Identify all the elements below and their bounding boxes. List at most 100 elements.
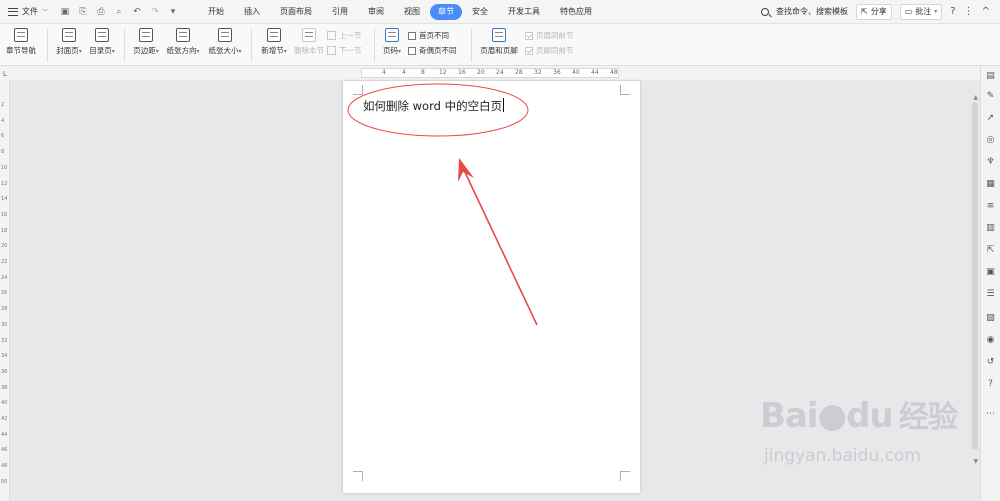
ruler-tick: 4: [402, 69, 406, 76]
next-section-button[interactable]: 下一节: [327, 45, 369, 56]
watermark-brand-cn: 经验: [898, 400, 958, 435]
settings-sliders-icon[interactable]: ≡: [985, 200, 996, 211]
sections-icon[interactable]: ☰: [985, 288, 996, 299]
share-label: 分享: [870, 7, 887, 16]
chapter-nav-button[interactable]: 章节导航: [0, 24, 42, 66]
ruler-tick: 42: [1, 416, 8, 422]
tab-references[interactable]: 引用: [322, 4, 358, 20]
image-icon[interactable]: ▨: [985, 312, 996, 323]
tab-page-layout[interactable]: 页面布局: [270, 4, 322, 20]
toc-page-button[interactable]: 目录页▾: [85, 24, 119, 66]
paper-size-button[interactable]: 纸张大小▾: [204, 24, 246, 66]
print-icon[interactable]: ⎙: [96, 7, 106, 17]
ruler-tick: 18: [1, 227, 8, 234]
ruler-tick: 28: [515, 69, 523, 76]
chevron-down-icon: ▾: [238, 48, 242, 55]
ruler-tick: 32: [1, 337, 8, 344]
right-sidebar: ▤ ✎ ➚ ◎ ♆ ▦ ≡ ▥ ⇱ ▣ ☰ ▨ ◉ ↺ ? ⋯: [980, 66, 1000, 501]
share-icon: ⇱: [861, 7, 868, 16]
shapes-icon[interactable]: ◎: [985, 134, 996, 145]
orientation-button[interactable]: 纸张方向▾: [162, 24, 204, 66]
ruler-tick: 36: [1, 368, 8, 375]
comment-button[interactable]: ▭ 批注 ▾: [899, 3, 943, 20]
save-icon[interactable]: ▣: [60, 7, 70, 17]
help-icon[interactable]: ?: [950, 6, 955, 17]
collapse-ribbon-icon[interactable]: ^: [982, 6, 990, 17]
ruler-tick: 16: [1, 211, 8, 218]
ruler-tick: 44: [1, 431, 8, 438]
tab-security[interactable]: 安全: [462, 4, 498, 20]
panel-toggle-icon[interactable]: ▤: [985, 70, 996, 81]
document-text[interactable]: 如何删除 word 中的空白页: [363, 98, 505, 114]
next-section-label: 下一节: [339, 46, 362, 55]
footer-same-prev-checkbox[interactable]: 页脚同前节: [525, 45, 577, 56]
command-search[interactable]: 查找命令、搜索模板: [761, 6, 848, 17]
more-icon[interactable]: ⋯: [985, 408, 996, 419]
watermark-brand: Bai●du 经验: [760, 392, 958, 436]
tab-review[interactable]: 审阅: [358, 4, 394, 20]
redo-icon[interactable]: ↷: [150, 7, 160, 17]
tab-home[interactable]: 开始: [198, 4, 234, 20]
help-circle-icon[interactable]: ?: [985, 378, 996, 389]
menu-bar: 文件 ﹀ ▣ ⎘ ⎙ ⌕ ↶ ↷ ▾ 开始 插入 页面布局 引用 审阅 视图 章…: [0, 0, 1000, 24]
customize-icon[interactable]: ▾: [168, 7, 178, 17]
delete-section-button[interactable]: 删除本节: [291, 24, 327, 66]
quick-access-toolbar: ▣ ⎘ ⎙ ⌕ ↶ ↷ ▾: [54, 7, 184, 17]
odd-even-diff-checkbox[interactable]: 奇偶页不同: [408, 45, 466, 56]
margins-button[interactable]: 页边距▾: [130, 24, 162, 66]
cursor-icon[interactable]: ➚: [985, 112, 996, 123]
ruler-tick: 48: [1, 463, 8, 470]
prev-section-icon: [327, 31, 336, 40]
toc-page-label: 目录页: [89, 46, 112, 55]
first-page-diff-label: 首页不同: [419, 31, 449, 40]
share-out-icon[interactable]: ⇱: [985, 244, 996, 255]
crop-mark: [620, 85, 630, 95]
print-preview-icon[interactable]: ⌕: [114, 7, 124, 17]
chapter-nav-label: 章节导航: [6, 46, 36, 55]
scroll-up-icon[interactable]: ▲: [973, 94, 978, 101]
ruler-tick: 34: [1, 353, 8, 360]
layers-icon[interactable]: ▣: [985, 266, 996, 277]
header-same-prev-checkbox[interactable]: 页眉同前节: [525, 30, 577, 41]
ruler-tick: 24: [1, 274, 8, 281]
more-icon[interactable]: ⋮: [964, 6, 974, 17]
document-icon[interactable]: ▥: [985, 222, 996, 233]
new-section-label: 新增节: [261, 46, 284, 55]
table-icon[interactable]: ▦: [985, 178, 996, 189]
next-section-icon: [327, 46, 336, 55]
new-section-button[interactable]: 新增节▾: [257, 24, 291, 66]
ruler-tick: 2: [1, 102, 5, 108]
file-menu[interactable]: 文件 ﹀: [0, 0, 54, 24]
header-same-prev-label: 页眉同前节: [536, 31, 574, 40]
tab-chapter[interactable]: 章节: [430, 3, 463, 20]
export-icon[interactable]: ⎘: [78, 7, 88, 17]
share-button[interactable]: ⇱ 分享: [856, 3, 892, 20]
first-page-diff-checkbox[interactable]: 首页不同: [408, 30, 466, 41]
style-icon[interactable]: ♆: [985, 156, 996, 167]
page-number-button[interactable]: 页码▾: [380, 24, 404, 66]
cover-page-label: 封面页: [56, 46, 79, 55]
ruler-tick: 12: [439, 69, 447, 76]
tab-special-apps[interactable]: 特色应用: [550, 4, 602, 20]
pen-icon[interactable]: ✎: [985, 90, 996, 101]
tab-insert[interactable]: 插入: [234, 4, 270, 20]
orientation-icon: [176, 28, 190, 42]
horizontal-ruler[interactable]: 4 4 8 12 16 20 24 28 32 36 40 44 48: [361, 68, 619, 78]
tab-developer[interactable]: 开发工具: [498, 4, 550, 20]
margins-icon: [139, 28, 153, 42]
document-line: 如何删除 word 中的空白页: [363, 99, 503, 113]
prev-section-button[interactable]: 上一节: [327, 30, 369, 41]
document-page[interactable]: 如何删除 word 中的空白页: [343, 81, 640, 493]
undo-icon[interactable]: ↶: [132, 7, 142, 17]
header-footer-button[interactable]: 页眉和页脚: [477, 24, 521, 66]
tab-view[interactable]: 视图: [394, 4, 430, 20]
tab-stop-selector[interactable]: L: [3, 70, 7, 78]
cover-page-button[interactable]: 封面页▾: [53, 24, 85, 66]
backup-icon[interactable]: ◉: [985, 334, 996, 345]
ruler-tick: 30: [1, 321, 8, 328]
history-icon[interactable]: ↺: [985, 356, 996, 367]
ruler-tick: 4: [1, 117, 5, 124]
vertical-ruler[interactable]: 2 4 6 8 10 12 14 16 18 20 22 24 26 28 30 32 34 36 38 40 42 44…: [0, 80, 10, 501]
watermark-url: jingyan.baidu.com: [764, 446, 921, 466]
new-section-icon: [267, 28, 281, 42]
